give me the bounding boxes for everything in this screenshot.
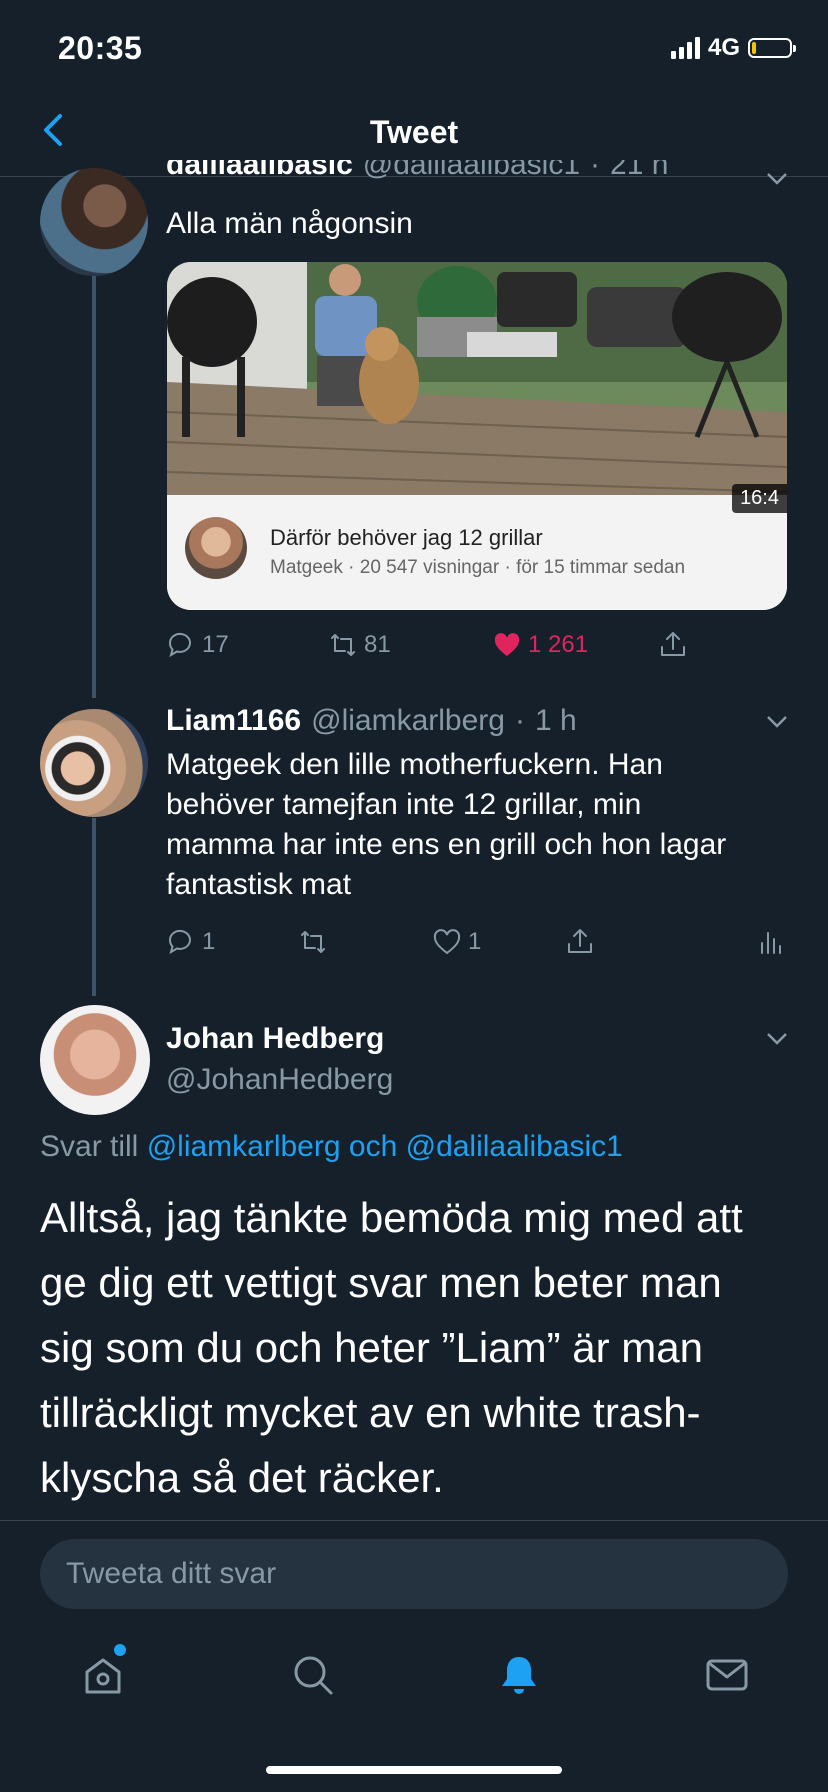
author-name[interactable]: Liam1166 [166, 704, 301, 738]
link-card[interactable]: Därför behöver jag 12 grillar Matgeek · … [167, 262, 787, 610]
author-name[interactable]: Johan Hedberg [166, 1022, 384, 1056]
status-time: 20:35 [58, 30, 143, 66]
chevron-down-icon[interactable] [766, 1032, 788, 1046]
tweet-text-line: Matgeek den lille motherfuckern. Han [166, 748, 663, 781]
tweet-time: 1 h [534, 704, 577, 737]
analytics-icon [761, 932, 781, 954]
chevron-down-icon[interactable] [766, 715, 788, 729]
tweet-text-line: mamma har inte ens en grill och hon laga… [166, 828, 727, 861]
signal-icon [670, 37, 700, 59]
reply-count: 1 [202, 928, 216, 955]
separator-dot: · [514, 704, 525, 737]
card-meta: Matgeek · 20 547 visningar · för 15 timm… [270, 557, 686, 578]
retweet-icon [331, 634, 355, 656]
retweet-count: 81 [364, 631, 391, 658]
reply-divider [0, 1520, 828, 1521]
author-handle[interactable]: @dalilaalibasic1 [363, 160, 580, 182]
author-handle[interactable]: @JohanHedberg [166, 1063, 393, 1097]
tweet-text-line: klyscha så det räcker. [40, 1454, 444, 1501]
notification-dot [114, 1644, 126, 1656]
tweet-header: dalilaalibasic @dalilaalibasic1 · 21 h [166, 160, 668, 190]
retweet-button[interactable] [298, 927, 328, 957]
retweet-button[interactable]: 81 [328, 630, 391, 660]
tweet-header: Liam1166 @liamkarlberg · 1 h [166, 704, 577, 738]
reply-input[interactable]: Tweeta ditt svar [40, 1539, 788, 1609]
tab-home[interactable] [80, 1644, 126, 1702]
network-type: 4G [707, 34, 740, 61]
heart-icon [433, 929, 461, 955]
tab-notifications[interactable] [496, 1652, 542, 1703]
thread-line [92, 276, 96, 698]
battery-icon [748, 38, 796, 58]
reply-user-link[interactable]: @liamkarlberg [147, 1130, 341, 1163]
reply-icon [168, 632, 191, 658]
reply-icon [168, 929, 191, 955]
separator-dot: · [590, 160, 601, 181]
reply-button[interactable]: 1 [166, 927, 215, 957]
analytics-button[interactable] [756, 927, 786, 957]
avatar[interactable] [40, 1005, 150, 1115]
reply-and: och [348, 1130, 398, 1163]
channel-avatar [185, 517, 247, 579]
messages-icon [706, 1659, 748, 1691]
like-button[interactable]: 1 [432, 927, 481, 957]
heart-filled-icon [494, 633, 520, 656]
tweet-time: 21 h [610, 160, 669, 181]
reply-count: 17 [202, 631, 229, 658]
tweet-text-line: ge dig ett vettigt svar men beter man [40, 1259, 722, 1306]
like-button[interactable]: 1 261 [492, 630, 588, 660]
tab-search[interactable] [290, 1652, 336, 1703]
share-icon [661, 632, 685, 656]
tweet-text: Alla män någonsin [166, 207, 413, 240]
home-indicator [266, 1766, 562, 1774]
reply-button[interactable]: 17 [166, 630, 229, 660]
video-thumbnail[interactable] [167, 262, 787, 495]
tweet-text-line: behöver tamejfan inte 12 grillar, min [166, 788, 642, 821]
page-title: Tweet [369, 114, 459, 150]
status-indicators: 4G [670, 34, 796, 62]
card-title: Därför behöver jag 12 grillar [270, 525, 543, 550]
share-icon [568, 929, 592, 953]
avatar[interactable] [40, 709, 148, 817]
share-button[interactable] [658, 630, 688, 660]
author-handle[interactable]: @liamkarlberg [311, 704, 505, 738]
share-button[interactable] [565, 927, 595, 957]
tweet-text-line: sig som du och heter ”Liam” är man [40, 1324, 703, 1371]
card-info[interactable]: Därför behöver jag 12 grillar Matgeek · … [167, 495, 787, 610]
home-icon [85, 1658, 121, 1694]
reply-user-link[interactable]: @dalilaalibasic1 [406, 1130, 623, 1163]
like-count: 1 [468, 928, 482, 955]
avatar[interactable] [40, 168, 148, 276]
search-icon [294, 1656, 333, 1695]
like-count: 1 261 [528, 631, 589, 658]
tab-messages[interactable] [704, 1652, 750, 1703]
tweet-text-line: Alltså, jag tänkte bemöda mig med att [40, 1194, 743, 1241]
notifications-icon [502, 1657, 536, 1694]
tweet-text: Matgeek den lille motherfuckern. Han beh… [166, 745, 806, 905]
reply-prefix: Svar till [40, 1130, 139, 1163]
thread-line [92, 818, 96, 996]
video-duration: 16:4 [732, 484, 787, 513]
retweet-icon [301, 931, 325, 953]
tweet-text-line: fantastisk mat [166, 868, 352, 901]
replying-to: Svar till @liamkarlberg och @dalilaaliba… [40, 1130, 623, 1164]
focused-tweet-text: Alltså, jag tänkte bemöda mig med att ge… [40, 1185, 800, 1510]
author-name[interactable]: dalilaalibasic [166, 160, 353, 182]
tweet-text-line: tillräckligt mycket av en white trash- [40, 1389, 701, 1436]
chevron-down-icon[interactable] [766, 172, 788, 186]
